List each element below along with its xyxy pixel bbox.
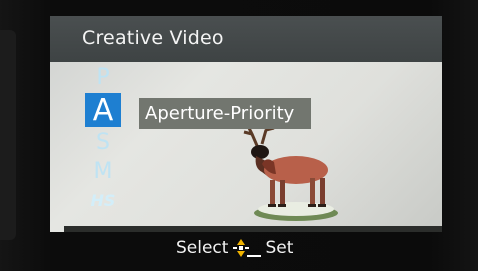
menu-title-bar: Creative Video xyxy=(50,16,442,62)
mode-s-option[interactable]: S xyxy=(85,129,121,156)
mode-a-option[interactable]: A xyxy=(85,93,121,128)
camera-body: Creative Video P A S M HS Aperture-Prior… xyxy=(0,0,478,271)
mode-p-option[interactable]: P xyxy=(85,64,121,91)
dpad-up-down-icon xyxy=(233,239,262,257)
mode-hs-option[interactable]: HS xyxy=(85,187,121,214)
mode-list: P A S M HS xyxy=(85,64,121,216)
camera-bezel xyxy=(0,30,16,240)
screen-bottom-bar xyxy=(64,226,442,232)
selected-mode-description: Aperture-Priority xyxy=(139,98,311,129)
mode-m-option[interactable]: M xyxy=(85,158,121,185)
select-label: Select xyxy=(176,238,229,258)
menu-title: Creative Video xyxy=(82,27,224,49)
button-guide: Select Set xyxy=(176,236,293,260)
lcd-screen: Creative Video P A S M HS Aperture-Prior… xyxy=(50,16,442,232)
set-label: Set xyxy=(265,238,294,258)
